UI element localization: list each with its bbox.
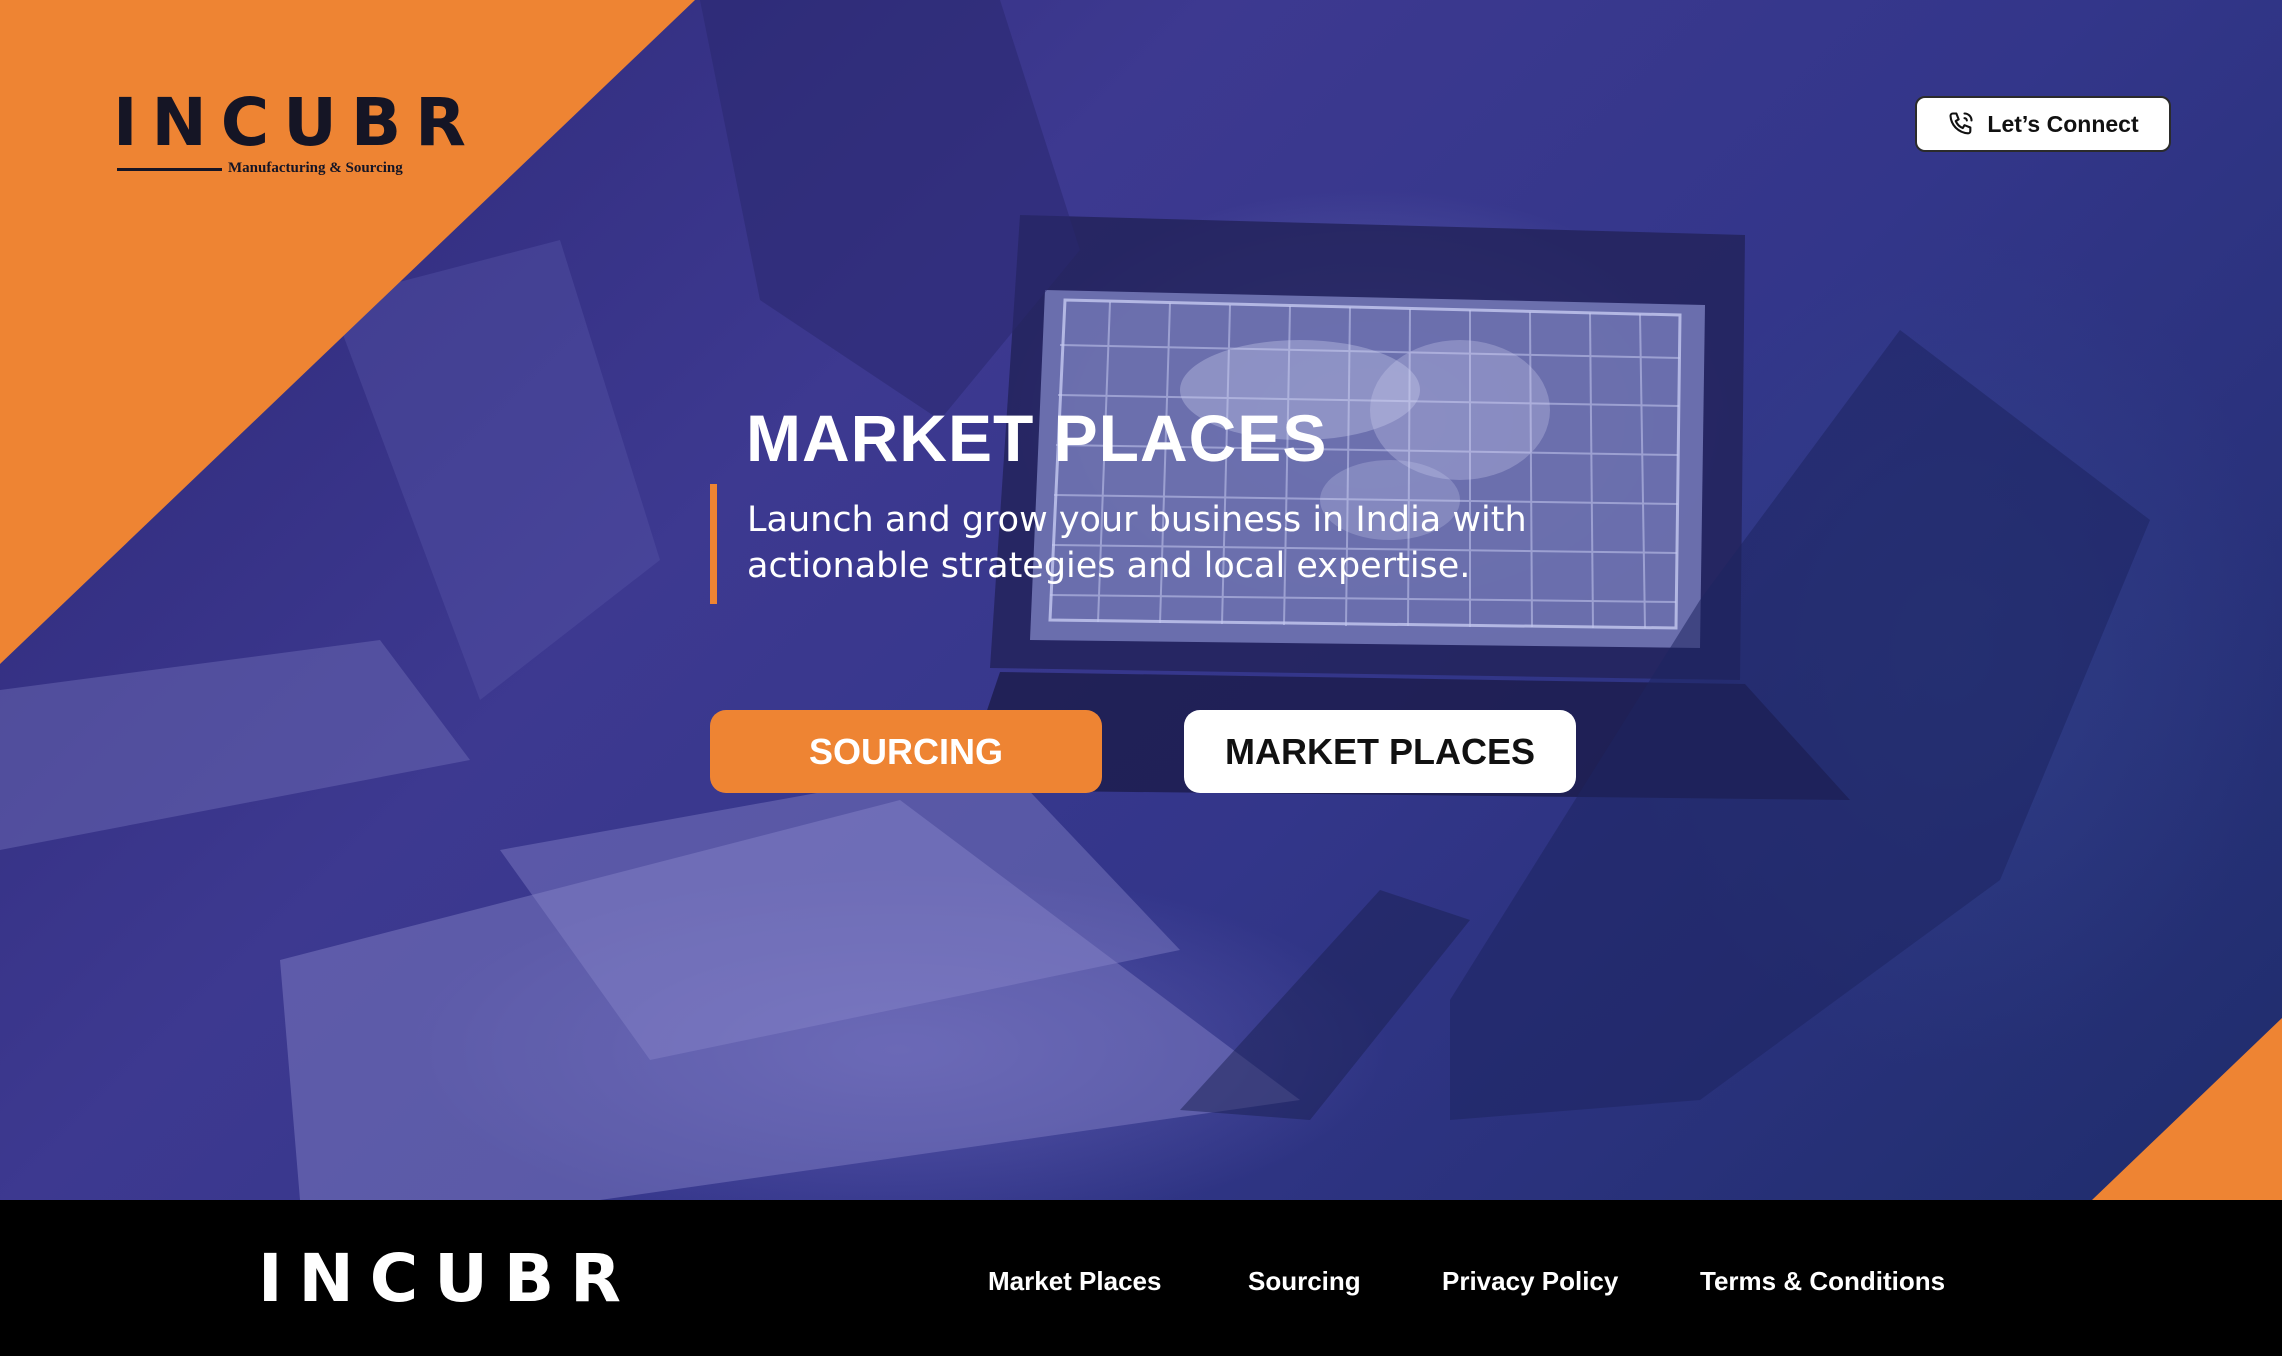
hero-subtitle-line-1: Launch and grow your business in India w…: [747, 500, 1527, 540]
footer-link-terms-conditions[interactable]: Terms & Conditions: [1700, 1266, 1945, 1297]
lets-connect-button[interactable]: Let’s Connect: [1915, 96, 2171, 152]
page-title: MARKET PLACES: [746, 401, 1328, 475]
phone-call-icon: [1947, 110, 1975, 138]
logo-underline: [117, 168, 222, 171]
subtitle-accent-bar: [710, 484, 717, 604]
hero-subtitle-line-2: actionable strategies and local expertis…: [747, 546, 1471, 586]
lets-connect-label: Let’s Connect: [1987, 110, 2139, 137]
logo-wordmark: INCUBR: [113, 84, 480, 161]
footer: INCUBR Market Places Sourcing Privacy Po…: [0, 1200, 2282, 1356]
logo-tagline: Manufacturing & Sourcing: [228, 160, 403, 176]
footer-link-privacy-policy[interactable]: Privacy Policy: [1442, 1266, 1618, 1297]
sourcing-button[interactable]: SOURCING: [710, 710, 1102, 793]
hero-section: INCUBR Manufacturing & Sourcing Let’s Co…: [0, 0, 2282, 1200]
header-logo[interactable]: INCUBR Manufacturing & Sourcing: [113, 84, 480, 180]
hero-subtitle: Launch and grow your business in India w…: [747, 497, 1647, 589]
footer-link-market-places[interactable]: Market Places: [988, 1266, 1161, 1297]
market-places-button[interactable]: MARKET PLACES: [1184, 710, 1576, 793]
footer-logo[interactable]: INCUBR: [258, 1246, 637, 1312]
footer-link-sourcing[interactable]: Sourcing: [1248, 1266, 1361, 1297]
